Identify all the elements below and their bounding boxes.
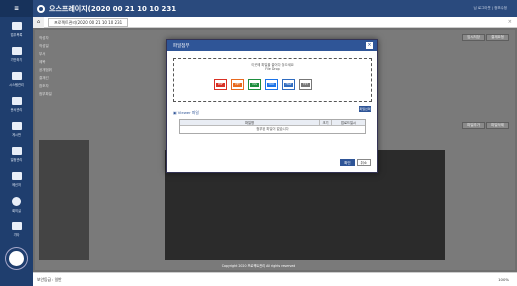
attach-label: ▣ Viewer 파일 xyxy=(173,110,199,115)
sidebar-item-system[interactable]: 시스템관리 xyxy=(0,67,33,92)
doc-file-icon: DOC xyxy=(265,79,278,90)
sidebar-item-messenger[interactable]: 메신저 xyxy=(0,167,33,192)
close-icon[interactable]: × xyxy=(508,19,512,25)
file-type-label: PPT xyxy=(233,83,242,87)
pen-icon xyxy=(11,122,22,130)
list-icon xyxy=(11,22,22,30)
save-draft-button[interactable]: 임시저장 xyxy=(462,34,485,41)
select-file-button[interactable]: 파일선택 xyxy=(359,106,371,112)
sidebar-item-etc[interactable]: 기타 xyxy=(0,217,33,242)
document-icon xyxy=(11,47,22,55)
sidebar-item-label: 기타 xyxy=(13,233,20,237)
xls-file-icon: XLS xyxy=(248,79,261,90)
dialog-header: 파일첨부 × xyxy=(167,40,377,51)
sidebar-item-tasks[interactable]: 업무목록 xyxy=(0,17,33,42)
zoom-level[interactable]: 100% xyxy=(498,277,517,282)
building-icon xyxy=(11,222,22,230)
column-header[interactable]: 업로드일시 xyxy=(332,120,365,125)
sidebar-item-label: 기안하기 xyxy=(10,58,23,62)
delete-file-button[interactable]: 파일삭제 xyxy=(486,122,509,129)
form-label: 작성자 xyxy=(39,36,49,40)
footer-copyright: Copyright 2020 프로젝트관리 All rights reserve… xyxy=(221,264,296,268)
file-type-icons: PDF PPT XLS DOC HWP TXT xyxy=(214,79,312,90)
sidebar-item-meeting[interactable]: 회의실 xyxy=(0,192,33,217)
file-type-label: HWP xyxy=(284,83,293,87)
form-label: 부서 xyxy=(39,52,46,56)
file-attach-dialog: 파일첨부 × 이곳에 파일을 끌어다 놓으세요 File Drop PDF PP… xyxy=(166,39,378,173)
attach-label-text: Viewer 파일 xyxy=(177,110,199,115)
tab-active[interactable]: 프로젝트관리(2020 00 21 10 10 231 xyxy=(48,17,129,27)
column-header[interactable]: 크기 xyxy=(320,120,332,125)
menu-toggle-icon[interactable]: ≡ xyxy=(0,0,33,17)
add-file-button[interactable]: 파일추가 xyxy=(462,122,485,129)
form-label: 공개범위 xyxy=(39,68,52,72)
dialog-buttons: 확인 취소 xyxy=(340,159,371,166)
dropzone-subtext: File Drop xyxy=(265,67,280,72)
chat-icon xyxy=(11,172,22,180)
ppt-file-icon: PPT xyxy=(231,79,244,90)
file-type-label: TXT xyxy=(301,83,310,87)
file-grid: 파일명 크기 업로드일시 첨부된 파일이 없습니다 xyxy=(179,119,366,134)
column-header[interactable]: 파일명 xyxy=(180,120,320,125)
sidebar: ≡ 업무목록 기안하기 시스템관리 문서관리 게시판 일정관리 메신저 회의실 … xyxy=(0,0,33,286)
sidebar-item-schedule[interactable]: 일정관리 xyxy=(0,142,33,167)
app-title: 으스프레이지(2020 00 21 10 10 231 xyxy=(49,4,177,13)
status-text: 보안등급 : 일반 xyxy=(37,276,62,282)
file-type-label: XLS xyxy=(250,83,259,87)
tab-strip: ⌂ 프로젝트관리(2020 00 21 10 10 231 × xyxy=(33,16,517,28)
sidebar-item-label: 문서관리 xyxy=(10,108,23,112)
left-panel xyxy=(39,140,89,260)
close-icon[interactable]: × xyxy=(366,42,373,49)
user-icon xyxy=(12,196,21,206)
title-bar: 으스프레이지(2020 00 21 10 10 231 님 로그아웃 | 정보수… xyxy=(33,0,517,17)
folder-icon xyxy=(11,97,22,105)
form-label: 참조자 xyxy=(39,84,49,88)
status-bar: 보안등급 : 일반 100% xyxy=(33,272,517,286)
cancel-button[interactable]: 취소 xyxy=(356,159,371,166)
form-label: 제목 xyxy=(39,60,46,64)
sidebar-item-label: 시스템관리 xyxy=(9,83,24,87)
form-label: 첨부파일 xyxy=(39,92,52,96)
hwp-file-icon: HWP xyxy=(282,79,295,90)
wrench-icon xyxy=(11,72,22,80)
header-user-links[interactable]: 님 로그아웃 | 정보수정 xyxy=(474,6,517,11)
sidebar-item-label: 메신저 xyxy=(12,183,21,187)
empty-message: 첨부된 파일이 없습니다 xyxy=(256,127,289,131)
file-type-label: PDF xyxy=(216,83,225,87)
sidebar-item-draft[interactable]: 기안하기 xyxy=(0,42,33,67)
gear-icon xyxy=(37,4,45,13)
confirm-button[interactable]: 확인 xyxy=(340,159,355,166)
sidebar-item-board[interactable]: 게시판 xyxy=(0,117,33,142)
pdf-file-icon: PDF xyxy=(214,79,227,90)
home-icon[interactable]: ⌂ xyxy=(33,16,44,28)
sidebar-item-label: 일정관리 xyxy=(10,158,23,162)
sidebar-item-label: 회의실 xyxy=(12,208,21,213)
file-type-label: DOC xyxy=(267,83,276,87)
form-label: 결재선 xyxy=(39,76,49,80)
sidebar-item-label: 업무목록 xyxy=(10,33,23,37)
sidebar-item-label: 게시판 xyxy=(12,133,21,137)
sidebar-item-documents[interactable]: 문서관리 xyxy=(0,92,33,117)
form-label: 작성일 xyxy=(39,44,49,48)
submit-approval-button[interactable]: 결재요청 xyxy=(486,34,509,41)
txt-file-icon: TXT xyxy=(299,79,312,90)
dialog-title: 파일첨부 xyxy=(173,43,190,49)
calendar-icon xyxy=(11,147,22,155)
table-row: 첨부된 파일이 없습니다 xyxy=(180,126,365,133)
